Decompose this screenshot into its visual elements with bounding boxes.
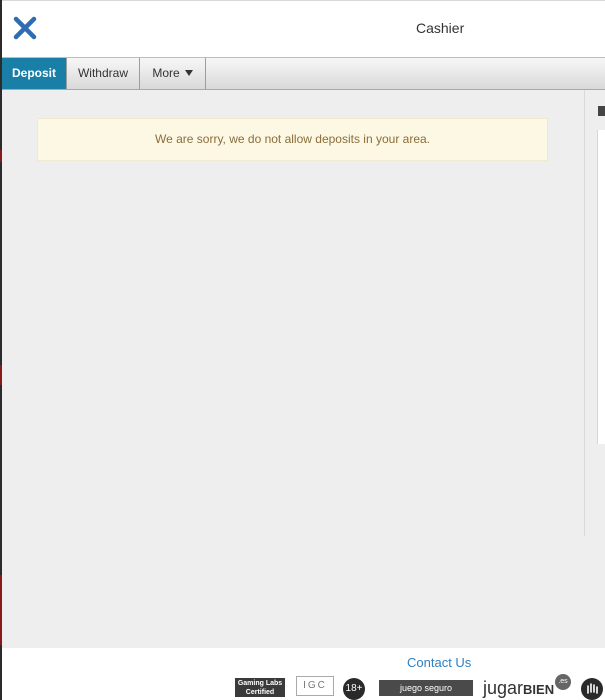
close-button[interactable] [12,15,38,41]
gaming-labs-badge[interactable]: Gaming Labs Certified [235,678,285,697]
hand-icon[interactable] [581,678,603,700]
bien-text: BIEN [523,682,555,697]
juego-seguro-badge[interactable]: juego seguro [379,680,473,696]
es-badge: .es [555,674,571,690]
contact-us-link[interactable]: Contact Us [407,655,471,670]
cashier-header: Cashier [2,0,605,57]
deposit-content: We are sorry, we do not allow deposits i… [2,90,605,648]
wallet-icon [598,106,605,116]
page-title: Cashier [416,20,465,36]
hand-icon-svg [587,683,598,694]
restriction-notice: We are sorry, we do not allow deposits i… [37,118,548,161]
tab-more-label: More [152,66,180,80]
footer: Contact Us Gaming Labs Certified IGC 18+… [2,648,605,700]
tab-deposit[interactable]: Deposit [2,58,66,89]
tab-bar: Deposit Withdraw More [2,57,605,90]
tab-more[interactable]: More [140,58,206,89]
age-18-badge[interactable]: 18+ [343,678,365,700]
divider [584,90,585,536]
jugar-text: jugar [483,678,524,698]
caret-down-icon [184,70,193,76]
close-icon [13,16,37,40]
side-panel [597,130,605,444]
jugar-bien-badge[interactable]: jugarBIEN [483,676,563,700]
tab-withdraw[interactable]: Withdraw [66,58,140,89]
igc-badge[interactable]: IGC [296,676,334,696]
